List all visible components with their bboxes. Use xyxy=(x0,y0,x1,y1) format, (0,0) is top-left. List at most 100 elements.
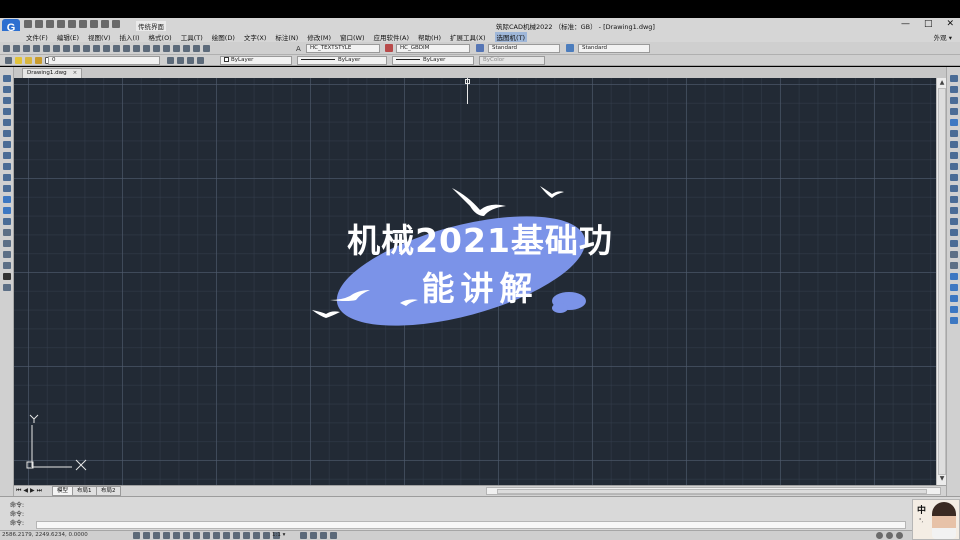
minimize-button[interactable]: — xyxy=(901,19,910,29)
rectangle-icon[interactable] xyxy=(3,119,11,126)
tab-layout1[interactable]: 布局1 xyxy=(72,486,97,496)
undo-icon[interactable] xyxy=(103,45,110,52)
network-icon[interactable] xyxy=(896,532,903,539)
lineweight-select[interactable]: ByLayer xyxy=(392,56,474,65)
copy-object-icon[interactable] xyxy=(950,86,958,93)
workspace-switch-icon[interactable] xyxy=(300,532,307,539)
menu-insert[interactable]: 插入(I) xyxy=(120,32,140,42)
move-icon[interactable] xyxy=(950,130,958,137)
circle-icon[interactable] xyxy=(3,141,11,148)
color-select[interactable]: ByLayer xyxy=(220,56,292,65)
menu-picker[interactable]: 选图机(T) xyxy=(494,31,528,42)
linetype-select[interactable]: ByLayer xyxy=(297,56,387,65)
save-icon[interactable] xyxy=(23,45,30,52)
last-layout-icon[interactable]: ⏭ xyxy=(37,487,42,495)
workspace-icon[interactable] xyxy=(101,20,109,28)
ellipse-icon[interactable] xyxy=(3,174,11,181)
dim-baseline-icon[interactable] xyxy=(950,306,958,313)
menu-apps[interactable]: 应用软件(A) xyxy=(374,32,410,42)
vertical-scroll-thumb[interactable] xyxy=(938,88,946,475)
zoom-previous-icon[interactable] xyxy=(153,45,160,52)
vertical-scrollbar[interactable]: ▲ ▼ xyxy=(936,78,946,485)
menu-dimension[interactable]: 标注(N) xyxy=(275,32,298,42)
make-current-icon[interactable] xyxy=(167,57,174,64)
erase-icon[interactable] xyxy=(950,75,958,82)
settings-icon[interactable] xyxy=(876,532,883,539)
design-center-icon[interactable] xyxy=(173,45,180,52)
publish-icon[interactable] xyxy=(53,45,60,52)
arc-icon[interactable] xyxy=(3,130,11,137)
insert-block-icon[interactable] xyxy=(3,196,11,203)
close-button[interactable]: ✕ xyxy=(946,19,954,29)
ellipse-arc-icon[interactable] xyxy=(3,185,11,192)
maximize-button[interactable]: □ xyxy=(924,19,933,29)
layer-isolate-icon[interactable] xyxy=(197,57,204,64)
annotation-visibility-icon[interactable] xyxy=(263,532,270,539)
undo-icon[interactable] xyxy=(79,20,87,28)
ducs-toggle-icon[interactable] xyxy=(193,532,200,539)
hatch-icon[interactable] xyxy=(3,229,11,236)
notification-icon[interactable] xyxy=(886,532,893,539)
close-tab-icon[interactable]: × xyxy=(73,70,78,76)
menu-format[interactable]: 格式(O) xyxy=(149,32,172,42)
menu-text[interactable]: 文字(X) xyxy=(244,32,267,42)
polyline-icon[interactable] xyxy=(3,97,11,104)
next-layout-icon[interactable]: ▶ xyxy=(30,487,35,495)
menu-file[interactable]: 文件(F) xyxy=(26,32,48,42)
dim-radius-icon[interactable] xyxy=(950,273,958,280)
ortho-toggle-icon[interactable] xyxy=(153,532,160,539)
snap-toggle-icon[interactable] xyxy=(133,532,140,539)
menu-edit[interactable]: 编辑(E) xyxy=(57,32,79,42)
rotate-icon[interactable] xyxy=(950,141,958,148)
gradient-icon[interactable] xyxy=(3,240,11,247)
qp-toggle-icon[interactable] xyxy=(233,532,240,539)
grid-toggle-icon[interactable] xyxy=(143,532,150,539)
copy-icon[interactable] xyxy=(73,45,80,52)
stretch-icon[interactable] xyxy=(950,163,958,170)
menu-help[interactable]: 帮助(H) xyxy=(418,32,441,42)
calculator-icon[interactable] xyxy=(193,45,200,52)
lwt-toggle-icon[interactable] xyxy=(213,532,220,539)
polygon-icon[interactable] xyxy=(3,108,11,115)
print-icon[interactable] xyxy=(68,20,76,28)
construction-line-icon[interactable] xyxy=(3,86,11,93)
explode-icon[interactable] xyxy=(950,240,958,247)
menu-ext-tools[interactable]: 扩展工具(X) xyxy=(450,32,486,42)
scale-icon[interactable] xyxy=(950,152,958,159)
match-prop-icon[interactable] xyxy=(93,45,100,52)
scroll-down-icon[interactable]: ▼ xyxy=(938,475,946,483)
pan-icon[interactable] xyxy=(123,45,130,52)
clean-screen-icon[interactable] xyxy=(330,532,337,539)
model-space-icon[interactable] xyxy=(253,532,260,539)
first-layout-icon[interactable]: ⏮ xyxy=(16,487,21,495)
osnap-toggle-icon[interactable] xyxy=(173,532,180,539)
extend-icon[interactable] xyxy=(950,185,958,192)
save-as-icon[interactable] xyxy=(57,20,65,28)
command-input[interactable] xyxy=(36,521,906,529)
table-style-select[interactable]: Standard xyxy=(488,44,560,53)
tool-palette-icon[interactable] xyxy=(183,45,190,52)
dim-angular-icon[interactable] xyxy=(950,295,958,302)
lock-ui-icon[interactable] xyxy=(310,532,317,539)
chamfer-icon[interactable] xyxy=(950,218,958,225)
offset-icon[interactable] xyxy=(950,108,958,115)
otrack-toggle-icon[interactable] xyxy=(183,532,190,539)
layer-select[interactable]: 0 xyxy=(48,56,160,65)
ime-widget[interactable]: 中 °, xyxy=(912,499,960,540)
add-selected-icon[interactable] xyxy=(3,284,11,291)
zoom-realtime-icon[interactable] xyxy=(133,45,140,52)
multiline-text-icon[interactable] xyxy=(3,273,11,280)
mleader-style-select[interactable]: Standard xyxy=(578,44,650,53)
dim-style-select[interactable]: HC_GBDIM xyxy=(396,44,470,53)
horizontal-scrollbar[interactable] xyxy=(486,487,941,495)
scroll-up-icon[interactable]: ▲ xyxy=(938,79,946,87)
text-style-select[interactable]: HC_TEXTSTYLE xyxy=(306,44,380,53)
zoom-window-icon[interactable] xyxy=(143,45,150,52)
make-block-icon[interactable] xyxy=(3,207,11,214)
dyn-toggle-icon[interactable] xyxy=(203,532,210,539)
new-file-icon[interactable] xyxy=(24,20,32,28)
polar-toggle-icon[interactable] xyxy=(163,532,170,539)
layer-manager-icon[interactable] xyxy=(5,57,12,64)
new-icon[interactable] xyxy=(3,45,10,52)
isolate-objects-icon[interactable] xyxy=(320,532,327,539)
